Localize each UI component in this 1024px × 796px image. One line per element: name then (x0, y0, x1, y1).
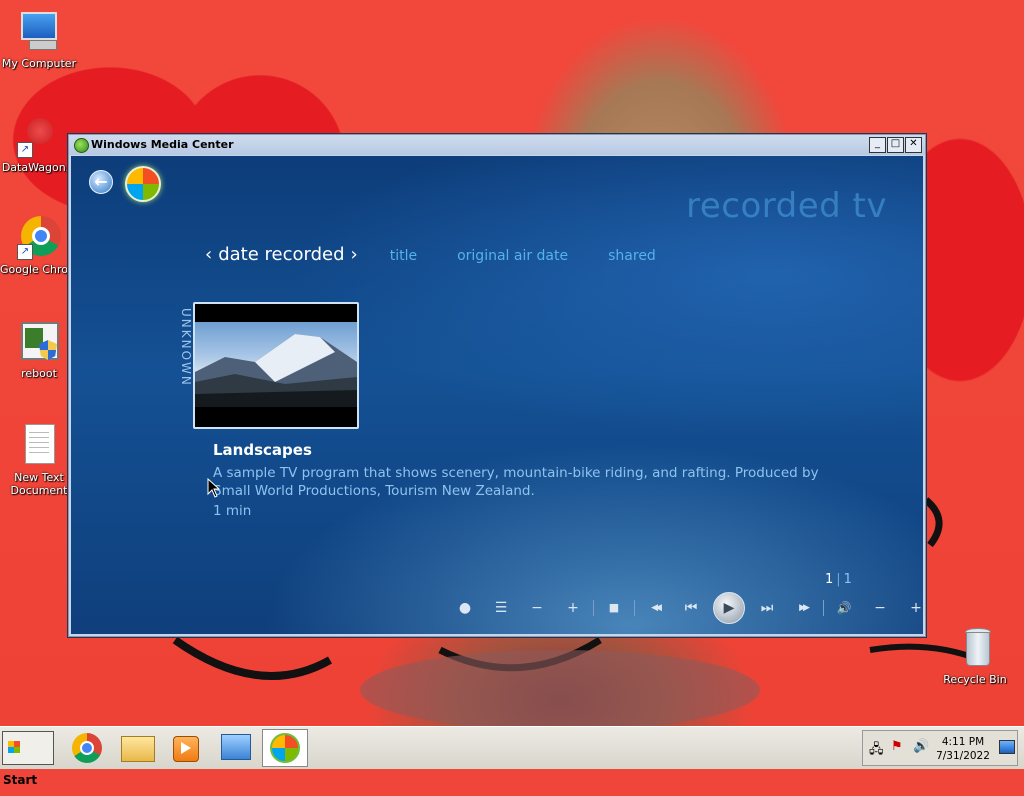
group-label-text: UNKNOWN (179, 308, 193, 387)
clock-date: 7/31/2022 (936, 750, 990, 762)
sort-title[interactable]: title (390, 248, 417, 264)
system-tray: 🖧 ⚑ 🔊 4:11 PM 7/31/2022 (862, 730, 1018, 766)
media-center-icon (270, 733, 300, 763)
program-description: A sample TV program that shows scenery, … (213, 465, 819, 499)
control-panel-icon (221, 734, 251, 760)
channel-up-icon[interactable]: + (555, 594, 591, 622)
taskbar-explorer[interactable] (114, 729, 160, 767)
shortcut-arrow-icon: ↗ (17, 244, 33, 260)
desktop-icon-datawagon[interactable]: ↗ DataWagon... (0, 114, 78, 174)
taskbar-media-player[interactable] (162, 729, 208, 767)
desktop-icon-label: DataWagon... (1, 161, 77, 174)
taskbar-chrome[interactable] (64, 729, 110, 767)
volume-down-icon[interactable]: − (862, 594, 898, 622)
sort-original-air-date[interactable]: original air date (457, 248, 568, 264)
transport-separator (593, 600, 594, 616)
network-icon[interactable]: 🖧 (869, 740, 884, 762)
recycle-bin-icon (953, 626, 997, 670)
desktop-icon-label: My Computer (1, 57, 77, 70)
skip-back-icon[interactable]: ⏮ (673, 594, 709, 622)
taskbar-media-center[interactable] (262, 729, 308, 767)
window-controls: _ □ ✕ (869, 137, 922, 153)
recording-thumbnail[interactable] (193, 302, 359, 429)
transport-separator (634, 600, 635, 616)
guide-icon[interactable]: ☰ (483, 594, 519, 622)
chrome-icon: ↗ (17, 216, 61, 260)
desktop-icon-google-chrome[interactable]: ↗ Google Chrome (0, 216, 78, 276)
action-center-flag-icon[interactable]: ⚑ (891, 739, 903, 754)
desktop-icon-my-computer[interactable]: My Computer (0, 10, 78, 70)
sort-bar: ‹ date recorded › title original air dat… (199, 244, 656, 265)
back-arrow-icon[interactable]: ← (89, 170, 113, 194)
datawagon-icon: ↗ (17, 114, 61, 158)
fast-forward-icon[interactable]: ▶▶ (785, 594, 821, 622)
clock-time: 4:11 PM (941, 736, 985, 748)
desktop-icon-label: New Text Document (10, 471, 68, 497)
media-center-content: ← recorded tv ‹ date recorded › title or… (71, 156, 923, 634)
window-title: Windows Media Center (91, 138, 234, 151)
start-button[interactable]: Start (2, 731, 54, 787)
desktop-icon-label: reboot (21, 367, 57, 380)
mute-icon[interactable]: 🔊 (826, 594, 862, 622)
program-title: Landscapes (213, 441, 312, 459)
thumbnail-image (195, 322, 357, 407)
skip-forward-icon[interactable]: ⏭ (749, 594, 785, 622)
page-total: 1 (843, 572, 852, 587)
transport-controls: ● ☰ − + ■ ◀◀ ⏮ ▶ ⏭ ▶▶ 🔊 − + (447, 592, 923, 624)
start-label: Start (3, 773, 38, 787)
mouse-cursor-icon (207, 478, 221, 498)
play-icon[interactable]: ▶ (713, 592, 745, 624)
media-center-start-button[interactable] (125, 166, 161, 202)
media-center-app-icon (74, 138, 89, 153)
desktop-icon-new-text-document[interactable]: New Text Document (0, 424, 78, 497)
group-label: UNKNOWN (175, 308, 195, 388)
transport-separator (823, 600, 824, 616)
chevron-left-icon[interactable]: ‹ (205, 244, 212, 265)
taskbar-control-panel[interactable] (212, 729, 258, 767)
page-indicator: 1 | 1 (825, 572, 852, 587)
maximize-button[interactable]: □ (887, 137, 904, 153)
desktop-icon-reboot[interactable]: reboot (0, 320, 78, 380)
record-icon[interactable]: ● (447, 594, 483, 622)
volume-icon[interactable]: 🔊 (913, 739, 929, 754)
desktop-icon-recycle-bin[interactable]: Recycle Bin (936, 626, 1014, 686)
sort-shared[interactable]: shared (608, 248, 656, 264)
section-title: recorded tv (686, 186, 887, 226)
rewind-icon[interactable]: ◀◀ (637, 594, 673, 622)
taskbar: Start 🖧 ⚑ 🔊 4:11 PM 7/31/2022 (0, 726, 1024, 787)
window-titlebar[interactable]: Windows Media Center _ □ ✕ (69, 135, 925, 155)
stop-icon[interactable]: ■ (596, 594, 632, 622)
computer-icon (17, 10, 61, 54)
close-button[interactable]: ✕ (905, 137, 922, 153)
mountain-image (195, 334, 357, 407)
minimize-button[interactable]: _ (869, 137, 886, 153)
clock[interactable]: 4:11 PM 7/31/2022 (933, 735, 993, 763)
program-duration: 1 min (213, 503, 252, 519)
reboot-icon (17, 320, 61, 364)
shortcut-arrow-icon: ↗ (17, 142, 33, 158)
folder-icon (121, 736, 155, 762)
desktop-icon-label: Google Chrome (0, 263, 78, 276)
windows-flag-icon (8, 741, 20, 753)
text-file-icon (17, 424, 61, 468)
desktop-icon-label: Recycle Bin (943, 673, 1007, 686)
page-separator: | (836, 572, 841, 587)
sort-date-recorded[interactable]: date recorded (218, 244, 344, 265)
volume-up-icon[interactable]: + (898, 594, 923, 622)
page-current: 1 (825, 572, 834, 587)
media-center-window[interactable]: Windows Media Center _ □ ✕ ← recorded tv… (68, 134, 926, 637)
channel-down-icon[interactable]: − (519, 594, 555, 622)
show-desktop-icon[interactable] (999, 740, 1015, 754)
chevron-right-icon[interactable]: › (351, 244, 358, 265)
